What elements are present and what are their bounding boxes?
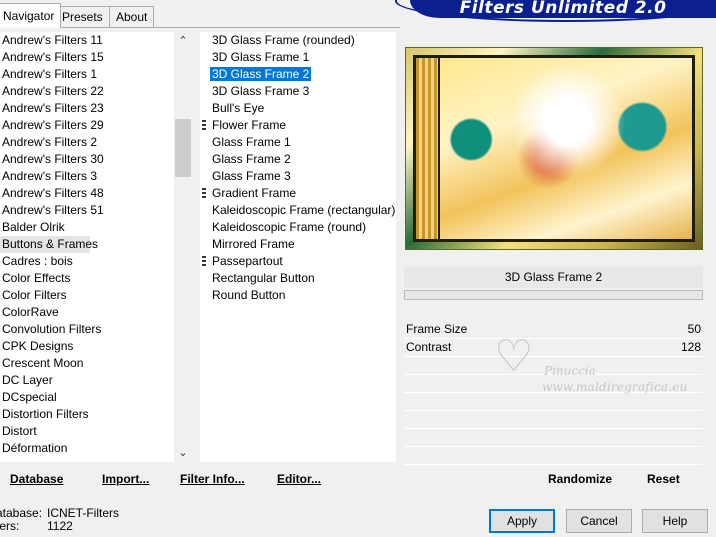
filter-item-label: Rectangular Button bbox=[212, 271, 315, 285]
tab-bar: Navigator Presets About bbox=[0, 0, 400, 28]
category-item[interactable]: Balder Olrik bbox=[0, 219, 192, 236]
filter-item[interactable]: 3D Glass Frame 2 bbox=[200, 66, 396, 83]
category-item[interactable]: Andrew's Filters 48 bbox=[0, 185, 192, 202]
category-item[interactable]: Andrew's Filters 2 bbox=[0, 134, 192, 151]
help-button[interactable]: Help bbox=[642, 509, 708, 533]
filter-item-label: 3D Glass Frame 3 bbox=[212, 84, 310, 98]
cancel-button[interactable]: Cancel bbox=[566, 509, 632, 533]
category-item[interactable]: Andrew's Filters 22 bbox=[0, 83, 192, 100]
filter-item[interactable]: Glass Frame 2 bbox=[200, 151, 396, 168]
param-empty-row bbox=[404, 429, 703, 447]
category-item[interactable]: Color Filters bbox=[0, 287, 192, 304]
bottom-toolbar: Database Import... Filter Info... Editor… bbox=[0, 465, 400, 493]
category-item[interactable]: Distort bbox=[0, 423, 192, 440]
filter-item[interactable]: Rectangular Button bbox=[200, 270, 396, 287]
filter-item[interactable]: 3D Glass Frame 1 bbox=[200, 49, 396, 66]
filter-item[interactable]: Passepartout bbox=[200, 253, 396, 270]
filter-item-label: 3D Glass Frame (rounded) bbox=[212, 33, 355, 47]
import-button[interactable]: Import... bbox=[102, 465, 149, 493]
watermark: ♡ Pinuccia www.maldiregrafica.eu bbox=[490, 332, 710, 402]
frame-stripes bbox=[416, 58, 440, 239]
filter-item[interactable]: Bull's Eye bbox=[200, 100, 396, 117]
apply-button[interactable]: Apply bbox=[489, 509, 555, 533]
database-button[interactable]: Database bbox=[10, 465, 63, 493]
reset-button[interactable]: Reset bbox=[647, 465, 680, 493]
preview-frame bbox=[413, 55, 695, 242]
filter-name-display: 3D Glass Frame 2 bbox=[404, 266, 703, 288]
category-item[interactable]: Convolution Filters bbox=[0, 321, 192, 338]
param-label: Contrast bbox=[406, 340, 452, 354]
filter-item-label: Bull's Eye bbox=[212, 101, 265, 115]
filter-item-label: Glass Frame 3 bbox=[212, 169, 291, 183]
category-item[interactable]: DCspecial bbox=[0, 389, 192, 406]
category-item[interactable]: Andrew's Filters 23 bbox=[0, 100, 192, 117]
chevron-down-icon[interactable]: ⌄ bbox=[174, 444, 192, 462]
param-empty-row bbox=[404, 447, 703, 465]
category-item[interactable]: Distortion Filters bbox=[0, 406, 192, 423]
filter-item[interactable]: 3D Glass Frame (rounded) bbox=[200, 32, 396, 49]
category-item[interactable]: ColorRave bbox=[0, 304, 192, 321]
progress-bar bbox=[404, 290, 703, 300]
filter-item-label: Kaleidoscopic Frame (rectangular) bbox=[212, 203, 396, 217]
category-item[interactable]: Cadres : bois bbox=[0, 253, 192, 270]
watermark-name: Pinuccia bbox=[544, 364, 596, 378]
category-item[interactable]: Andrew's Filters 1 bbox=[0, 66, 192, 83]
category-item[interactable]: Déformation bbox=[0, 440, 192, 457]
app-title-banner: Filters Unlimited 2.0 bbox=[410, 0, 716, 18]
category-item[interactable]: Andrew's Filters 15 bbox=[0, 49, 192, 66]
watermark-url: www.maldiregrafica.eu bbox=[542, 380, 688, 394]
filter-item-label: 3D Glass Frame 1 bbox=[212, 50, 310, 64]
preview-image bbox=[405, 47, 703, 250]
filter-item[interactable]: Glass Frame 1 bbox=[200, 134, 396, 151]
category-item[interactable]: Crescent Moon bbox=[0, 355, 192, 372]
category-item[interactable]: CPK Designs bbox=[0, 338, 192, 355]
database-info: atabase: ICNET-Filters ters: 1122 bbox=[0, 507, 200, 533]
filter-item-label: Glass Frame 1 bbox=[212, 135, 291, 149]
filter-item[interactable]: Gradient Frame bbox=[200, 185, 396, 202]
editor-button[interactable]: Editor... bbox=[277, 465, 321, 493]
category-scrollbar[interactable]: ⌃ ⌄ bbox=[174, 32, 192, 462]
filter-item-label: Passepartout bbox=[212, 254, 283, 268]
filter-item-label: Round Button bbox=[212, 288, 286, 302]
category-item[interactable]: Buttons & Frames bbox=[0, 236, 98, 253]
filter-item-label: Kaleidoscopic Frame (round) bbox=[212, 220, 367, 234]
category-item[interactable]: Andrew's Filters 29 bbox=[0, 117, 192, 134]
filters-count-label: ters: bbox=[0, 519, 20, 533]
heart-icon: ♡ bbox=[494, 331, 534, 382]
filter-item[interactable]: Kaleidoscopic Frame (round) bbox=[200, 219, 396, 236]
tab-navigator[interactable]: Navigator bbox=[0, 3, 62, 28]
filter-item[interactable]: Mirrored Frame bbox=[200, 236, 396, 253]
filter-info-button[interactable]: Filter Info... bbox=[180, 465, 245, 493]
filter-item[interactable]: Round Button bbox=[200, 287, 396, 304]
category-item[interactable]: Andrew's Filters 51 bbox=[0, 202, 192, 219]
category-item[interactable]: Andrew's Filters 30 bbox=[0, 151, 192, 168]
category-item[interactable]: Andrew's Filters 3 bbox=[0, 168, 192, 185]
filter-item-label: Glass Frame 2 bbox=[212, 152, 291, 166]
filter-item[interactable]: 3D Glass Frame 3 bbox=[200, 83, 396, 100]
tab-about[interactable]: About bbox=[109, 6, 155, 27]
filter-item-label: Mirrored Frame bbox=[212, 237, 295, 251]
category-item[interactable]: Color Effects bbox=[0, 270, 192, 287]
param-empty-row bbox=[404, 411, 703, 429]
filter-item[interactable]: Kaleidoscopic Frame (rectangular) bbox=[200, 202, 396, 219]
filter-list[interactable]: 3D Glass Frame (rounded) 3D Glass Frame 1… bbox=[200, 32, 396, 462]
category-list[interactable]: Andrew's Filters 11 Andrew's Filters 15 An… bbox=[0, 32, 192, 462]
scrollbar-thumb[interactable] bbox=[175, 119, 191, 177]
chevron-up-icon[interactable]: ⌃ bbox=[174, 32, 192, 50]
param-label: Frame Size bbox=[406, 322, 468, 336]
tab-presets[interactable]: Presets bbox=[55, 6, 110, 27]
category-item[interactable]: Andrew's Filters 11 bbox=[0, 32, 192, 49]
category-item[interactable]: DC Layer bbox=[0, 372, 192, 389]
filter-item[interactable]: Flower Frame bbox=[200, 117, 396, 134]
filter-item-label: Gradient Frame bbox=[212, 186, 297, 200]
filter-item[interactable]: Glass Frame 3 bbox=[200, 168, 396, 185]
filters-count-value: 1122 bbox=[47, 519, 73, 533]
filter-item-label: Flower Frame bbox=[212, 118, 287, 132]
randomize-button[interactable]: Randomize bbox=[548, 465, 612, 493]
filter-item-label: 3D Glass Frame 2 bbox=[210, 67, 312, 81]
